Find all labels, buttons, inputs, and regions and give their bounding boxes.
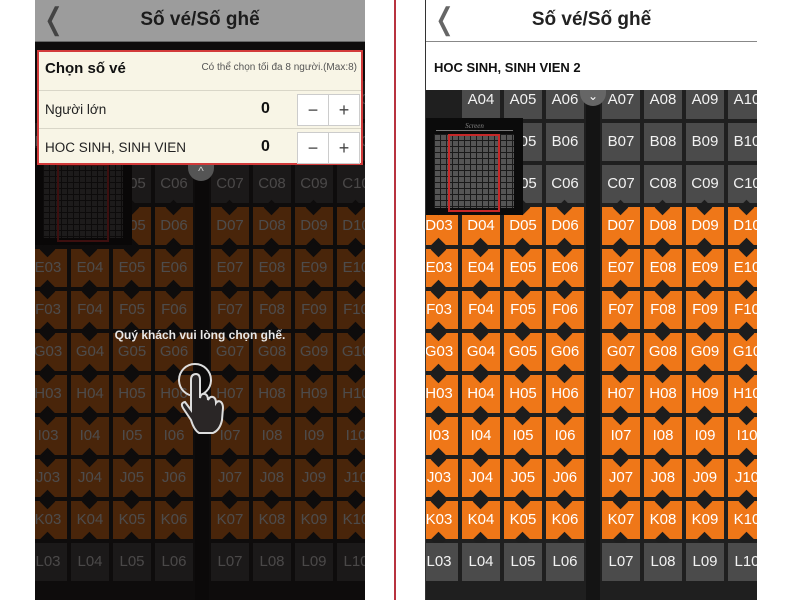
increment-button[interactable]: +	[328, 94, 360, 126]
seat-B07[interactable]: B07	[602, 123, 640, 161]
seat-G03[interactable]: G03	[426, 333, 458, 371]
right-screen: A04A05A06A07A08A09A10B03B04B05B06B07B08B…	[425, 0, 757, 600]
ticket-count: 0	[261, 100, 270, 117]
seat-F03[interactable]: F03	[426, 291, 458, 329]
seat-K10[interactable]: K10	[728, 501, 757, 539]
seat-B08[interactable]: B08	[644, 123, 682, 161]
tap-hand-icon	[178, 363, 225, 434]
ticket-row-student: HOC SINH, SINH VIEN 0 − +	[39, 128, 361, 166]
header: ❬ Số vé/Số ghế	[35, 0, 365, 42]
seat-L03[interactable]: L03	[426, 543, 458, 581]
ticket-type-label: Người lớn	[45, 102, 107, 117]
ticket-count: 0	[261, 138, 270, 155]
seat-B09[interactable]: B09	[686, 123, 724, 161]
header: ❬ Số vé/Số ghế	[426, 0, 757, 42]
seat-C09[interactable]: C09	[686, 165, 724, 203]
screenshot-divider	[394, 0, 396, 600]
seat-H10[interactable]: H10	[728, 375, 757, 413]
page-title: Số vé/Số ghế	[140, 9, 260, 30]
left-screen: A04A05A06A07A08A09A10B03B04B05B06B07B08B…	[35, 0, 365, 600]
select-seat-prompt: Quý khách vui lòng chọn ghế.	[114, 328, 286, 342]
panel-title: Chọn số vé	[45, 60, 126, 77]
seat-D10[interactable]: D10	[728, 207, 757, 245]
seat-J10[interactable]: J10	[728, 459, 757, 497]
seat-minimap: Screen	[426, 118, 523, 215]
ticket-row-adult: Người lớn 0 − +	[39, 90, 361, 128]
ticket-type-label: HOC SINH, SINH VIEN 2	[426, 42, 757, 90]
seat-I10[interactable]: I10	[728, 417, 757, 455]
decrement-button[interactable]: −	[297, 132, 329, 164]
minimap-viewport[interactable]	[448, 134, 500, 212]
seat-F10[interactable]: F10	[728, 291, 757, 329]
seat-L09[interactable]: L09	[686, 543, 724, 581]
seat-E10[interactable]: E10	[728, 249, 757, 287]
ticket-type-label: HOC SINH, SINH VIEN	[45, 140, 187, 155]
seat-B06[interactable]: B06	[546, 123, 584, 161]
max-note: Có thể chọn tối đa 8 người.(Max:8)	[201, 62, 357, 73]
ticket-count-panel: Chọn số vé Có thể chọn tối đa 8 người.(M…	[37, 50, 363, 165]
seat-C06[interactable]: C06	[546, 165, 584, 203]
seat-L05[interactable]: L05	[504, 543, 542, 581]
seat-L07[interactable]: L07	[602, 543, 640, 581]
seat-B10[interactable]: B10	[728, 123, 757, 161]
seat-L08[interactable]: L08	[644, 543, 682, 581]
seat-L06[interactable]: L06	[546, 543, 584, 581]
seat-E03[interactable]: E03	[426, 249, 458, 287]
seat-H03[interactable]: H03	[426, 375, 458, 413]
seat-C07[interactable]: C07	[602, 165, 640, 203]
page-title: Số vé/Số ghế	[531, 9, 652, 30]
seat-C10[interactable]: C10	[728, 165, 757, 203]
seat-J03[interactable]: J03	[426, 459, 458, 497]
seat-L04[interactable]: L04	[462, 543, 500, 581]
minimap-screen-label: Screen	[436, 122, 513, 131]
decrement-button[interactable]: −	[297, 94, 329, 126]
seat-K03[interactable]: K03	[426, 501, 458, 539]
seat-C08[interactable]: C08	[644, 165, 682, 203]
seat-G10[interactable]: G10	[728, 333, 757, 371]
aisle	[586, 80, 600, 600]
seat-I03[interactable]: I03	[426, 417, 458, 455]
increment-button[interactable]: +	[328, 132, 360, 164]
seat-L10[interactable]: L10	[728, 543, 757, 581]
